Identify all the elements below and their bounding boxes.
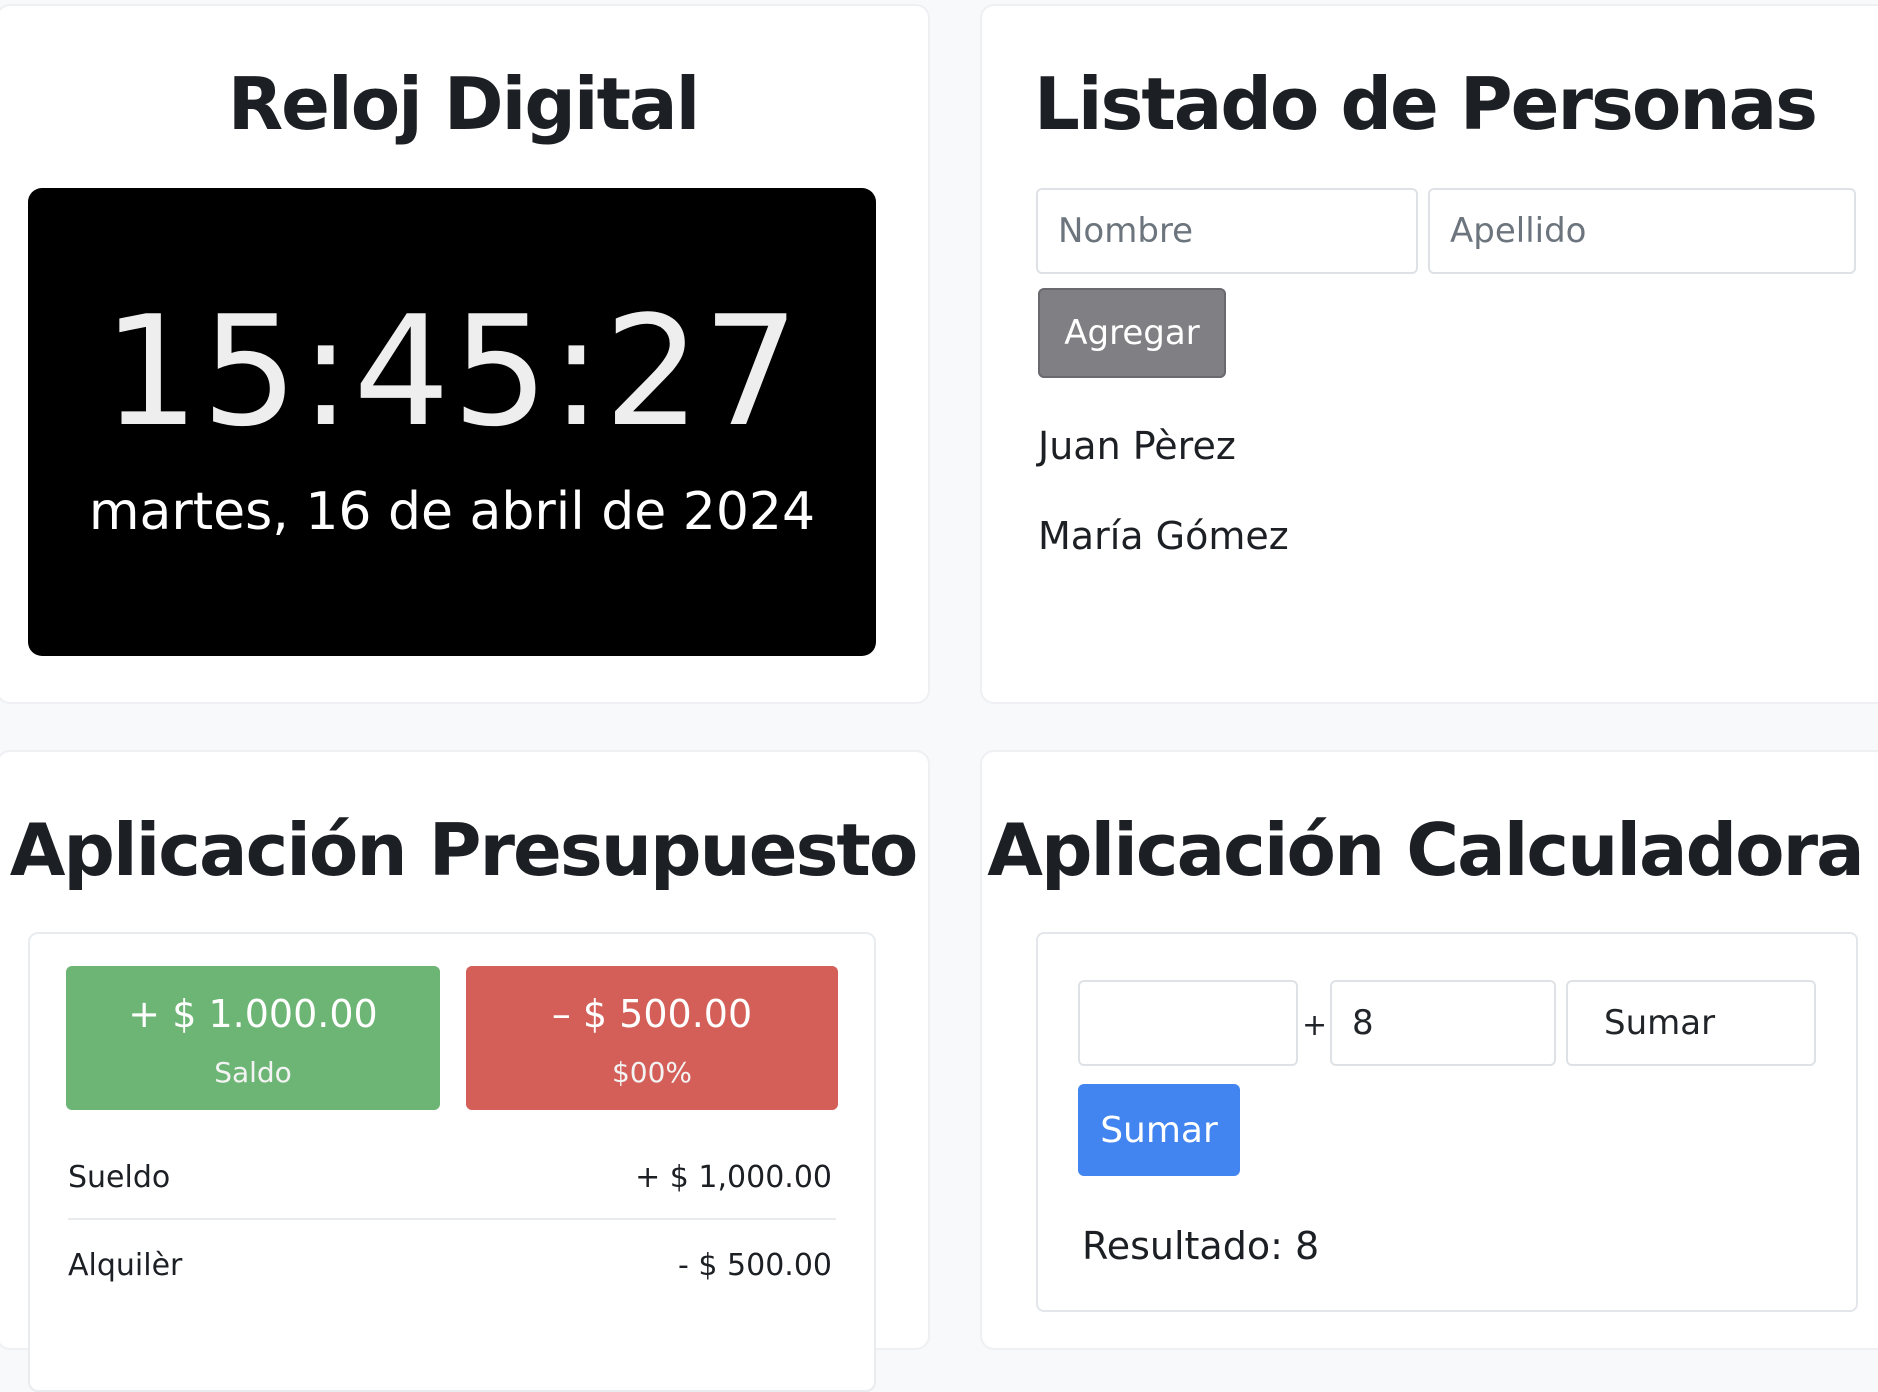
income-label: Saldo bbox=[214, 1056, 292, 1089]
budget-item-value: - $ 500.00 bbox=[678, 1248, 832, 1283]
budget-item-description: Sueldo bbox=[68, 1160, 171, 1195]
budget-panel: + $ 1.000.00 Saldo – $ 500.00 $00% Sueld… bbox=[28, 932, 876, 1392]
budget-title: Aplicación Presupuesto bbox=[9, 808, 919, 892]
operand-b-input[interactable] bbox=[1330, 980, 1556, 1066]
expense-percentage: $00% bbox=[611, 1056, 693, 1089]
clock-date: martes, 16 de abril de 2024 bbox=[88, 482, 816, 542]
calculator-card: Aplicación Calculadora + Sumar Sumar Res… bbox=[980, 750, 1878, 1350]
clock-card: Reloj Digital 15:45:27 martes, 16 de abr… bbox=[0, 4, 930, 704]
income-summary: + $ 1.000.00 Saldo bbox=[66, 966, 440, 1110]
budget-card: Aplicación Presupuesto + $ 1.000.00 Sald… bbox=[0, 750, 930, 1392]
calculate-button[interactable]: Sumar bbox=[1078, 1084, 1240, 1176]
operand-a-input[interactable] bbox=[1078, 980, 1298, 1066]
income-amount: + $ 1.000.00 bbox=[128, 992, 378, 1036]
person-list-item: María Gómez bbox=[1038, 514, 1289, 558]
calculator-result: Resultado: 8 bbox=[1082, 1224, 1320, 1268]
expense-amount: – $ 500.00 bbox=[551, 992, 753, 1036]
clock-title: Reloj Digital bbox=[227, 62, 701, 146]
calculator-title: Aplicación Calculadora bbox=[987, 808, 1864, 892]
calculator-panel: + Sumar Sumar Resultado: 8 bbox=[1036, 932, 1858, 1312]
budget-item-description: Alquilèr bbox=[68, 1248, 183, 1283]
people-title: Listado de Personas bbox=[1033, 62, 1818, 146]
expense-summary: – $ 500.00 $00% bbox=[466, 966, 838, 1110]
clock-time: 15:45:27 bbox=[102, 283, 802, 460]
budget-item: Sueldo + $ 1,000.00 bbox=[68, 1134, 836, 1220]
budget-item: Alquilèr - $ 500.00 bbox=[68, 1222, 836, 1308]
budget-item-value: + $ 1,000.00 bbox=[635, 1160, 832, 1195]
clock-display: 15:45:27 martes, 16 de abril de 2024 bbox=[28, 188, 876, 656]
people-card: Listado de Personas Agregar Juan Pèrez M… bbox=[980, 4, 1878, 704]
operator-symbol: + bbox=[1302, 1008, 1328, 1043]
nombre-input[interactable] bbox=[1036, 188, 1418, 274]
person-list-item: Juan Pèrez bbox=[1038, 424, 1236, 468]
add-person-button[interactable]: Agregar bbox=[1038, 288, 1226, 378]
apellido-input[interactable] bbox=[1428, 188, 1856, 274]
operation-select[interactable]: Sumar bbox=[1566, 980, 1816, 1066]
